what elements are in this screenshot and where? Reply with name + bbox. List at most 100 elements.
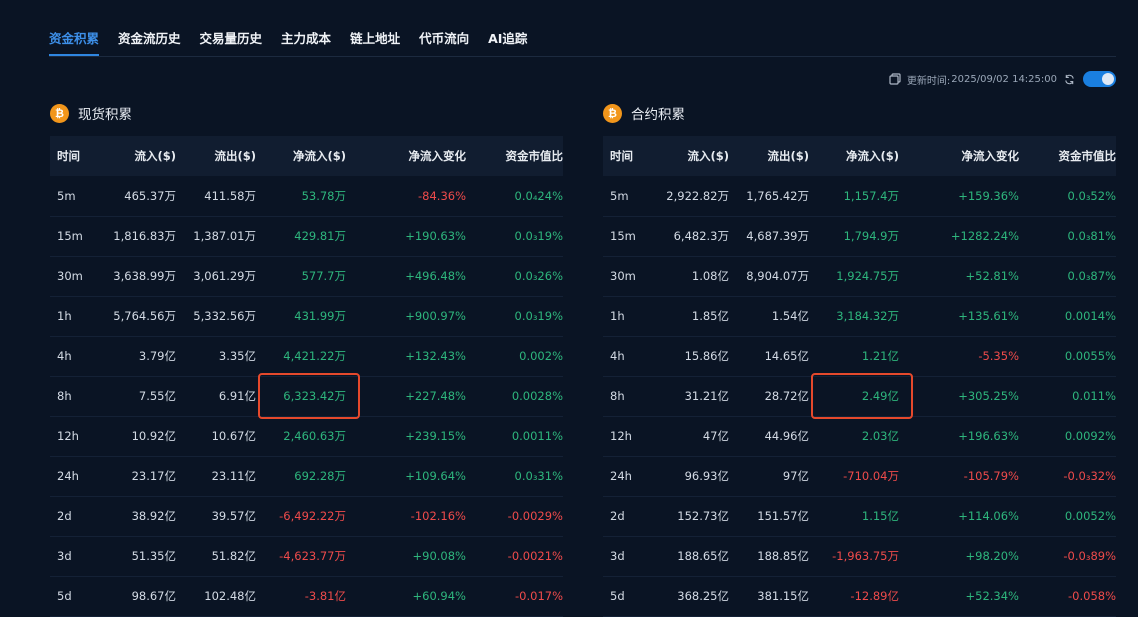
table-row: 15m 1,816.83万 1,387.01万 429.81万 +190.63% 0.0₃… [50, 216, 563, 256]
cell-inflow: 465.37万 [124, 188, 176, 203]
cell-inflow: 3,638.99万 [113, 269, 176, 283]
cell-time: 4h [610, 349, 625, 363]
tab-divider [49, 56, 1116, 57]
column-header-outflow: 流出($) [767, 149, 809, 163]
cell-outflow: 28.72亿 [764, 389, 809, 403]
highlight-box [258, 373, 360, 419]
cell-net-change: -84.36% [418, 188, 466, 203]
tab-onchain-address[interactable]: 链上地址 [350, 0, 400, 56]
tab-token-flow[interactable]: 代币流向 [419, 0, 469, 56]
cell-time: 30m [610, 269, 636, 283]
cell-time: 5d [610, 589, 625, 603]
table-row: 4h 15.86亿 14.65亿 1.21亿 -5.35% 0.0055% [603, 336, 1116, 376]
cell-cap-ratio: -0.017% [515, 589, 563, 603]
cell-inflow: 15.86亿 [684, 349, 729, 363]
cell-net-inflow: 1.15亿 [861, 509, 899, 523]
cell-net-change: +305.25% [958, 389, 1019, 403]
cell-net-inflow: -4,623.77万 [279, 549, 346, 563]
cell-cap-ratio: 0.0₃19% [514, 309, 563, 323]
cell-net-inflow: -1,963.75万 [832, 549, 899, 563]
table-row: 4h 3.79亿 3.35亿 4,421.22万 +132.43% 0.002% [50, 336, 563, 376]
cell-inflow: 10.92亿 [131, 429, 176, 443]
cell-net-change: +496.48% [405, 269, 466, 283]
cell-net-change: +90.08% [412, 549, 467, 563]
cell-net-inflow: 1,794.9万 [843, 229, 899, 243]
table-header-row: 时间 流入($) 流出($) 净流入($) 净流入变化 资金市值比 [50, 136, 563, 176]
table-row: 12h 10.92亿 10.67亿 2,460.63万 +239.15% 0.0011% [50, 416, 563, 456]
cell-inflow: 5,764.56万 [113, 309, 176, 323]
tab-volume-history[interactable]: 交易量历史 [200, 0, 263, 56]
cell-net-change: +60.94% [412, 589, 467, 603]
tab-capital-flow-history[interactable]: 资金流历史 [118, 0, 181, 56]
cell-time: 3d [610, 549, 625, 563]
cell-time: 12h [610, 429, 632, 443]
tab-capital-accumulation[interactable]: 资金积累 [49, 0, 100, 56]
cell-cap-ratio: 0.0₃31% [514, 469, 563, 483]
cell-net-inflow: 429.81万 [294, 229, 346, 243]
cell-net-inflow: 431.99万 [294, 309, 346, 323]
cell-inflow: 98.67亿 [131, 589, 176, 603]
update-time-label: 更新时间: [906, 75, 951, 87]
cell-net-change: +159.36% [958, 188, 1019, 203]
column-header-time: 时间 [610, 149, 633, 163]
cell-outflow: 4,687.39万 [746, 229, 809, 243]
cell-outflow: 23.11亿 [211, 469, 256, 483]
table-row: 12h 47亿 44.96亿 2.03亿 +196.63% 0.0092% [603, 416, 1116, 456]
cell-net-change: -105.79% [963, 469, 1019, 483]
cell-cap-ratio: 0.0092% [1064, 429, 1116, 443]
column-header-net-inflow: 净流入($) [292, 149, 346, 163]
table-row: 2d 152.73亿 151.57亿 1.15亿 +114.06% 0.0052% [603, 496, 1116, 536]
cell-net-change: +239.15% [405, 429, 466, 443]
cell-net-inflow: 2.03亿 [861, 429, 899, 443]
cell-inflow: 96.93亿 [684, 469, 729, 483]
cell-outflow: 5,332.56万 [193, 309, 256, 323]
cell-inflow: 3.79亿 [138, 349, 176, 363]
table-row: 5d 368.25亿 381.15亿 -12.89亿 +52.34% -0.058% [603, 576, 1116, 616]
toggle-knob [1102, 73, 1114, 85]
column-header-inflow: 流入($) [134, 149, 176, 163]
cell-time: 1h [610, 309, 625, 323]
cell-time: 5m [57, 188, 76, 203]
cell-net-change: +132.43% [405, 349, 466, 363]
cell-cap-ratio: -0.0029% [507, 509, 563, 523]
cell-cap-ratio: -0.0₃89% [1063, 549, 1116, 563]
cell-net-inflow: -6,492.22万 [279, 509, 346, 523]
cell-cap-ratio: 0.0028% [511, 389, 563, 403]
table-row: 30m 1.08亿 8,904.07万 1,924.75万 +52.81% 0.0₃87% [603, 256, 1116, 296]
cell-inflow: 23.17亿 [131, 469, 176, 483]
auto-refresh-toggle[interactable] [1083, 71, 1116, 87]
cell-outflow: 1,765.42万 [746, 188, 809, 203]
cell-net-change: +190.63% [405, 229, 466, 243]
copy-icon[interactable] [889, 73, 901, 85]
cell-inflow: 38.92亿 [131, 509, 176, 523]
table-row: 1h 1.85亿 1.54亿 3,184.32万 +135.61% 0.0014% [603, 296, 1116, 336]
cell-time: 5d [57, 589, 72, 603]
cell-time: 24h [57, 469, 79, 483]
cell-net-inflow: 1,924.75万 [836, 269, 899, 283]
cell-outflow: 102.48亿 [204, 589, 256, 603]
bitcoin-icon: ₿ [50, 103, 69, 123]
cell-outflow: 39.57亿 [211, 509, 256, 523]
cell-cap-ratio: 0.0₃81% [1067, 229, 1116, 243]
column-header-time: 时间 [57, 149, 80, 163]
cell-inflow: 1,816.83万 [113, 229, 176, 243]
table-row: 3d 188.65亿 188.85亿 -1,963.75万 +98.20% -0.0₃89… [603, 536, 1116, 576]
cell-time: 4h [57, 349, 72, 363]
cell-net-inflow: -3.81亿 [304, 589, 346, 603]
cell-cap-ratio: 0.0₃26% [514, 269, 563, 283]
cell-net-inflow: 1,157.4万 [843, 188, 899, 203]
cell-net-change: +1282.24% [950, 229, 1019, 243]
cell-cap-ratio: 0.0₃87% [1067, 269, 1116, 283]
cell-outflow: 14.65亿 [764, 349, 809, 363]
update-bar: 更新时间: 2025/09/02 14:25:00 [889, 70, 1116, 88]
refresh-icon[interactable] [1064, 74, 1075, 85]
tab-main-cost[interactable]: 主力成本 [281, 0, 331, 56]
panel-title: 现货积累 [78, 107, 132, 123]
futures-accumulation-panel: ₿ 合约积累 时间 流入($) 流出($) 净流入($) 净流入变化 资金市值比… [603, 102, 1116, 617]
cell-net-inflow: 4,421.22万 [283, 349, 346, 363]
cell-net-inflow: 2,460.63万 [283, 429, 346, 443]
cell-net-inflow: 692.28万 [294, 469, 346, 483]
column-header-net-inflow: 净流入($) [845, 149, 899, 163]
tab-ai-tracking[interactable]: AI追踪 [488, 0, 527, 56]
panel-header: ₿ 现货积累 [50, 102, 563, 124]
